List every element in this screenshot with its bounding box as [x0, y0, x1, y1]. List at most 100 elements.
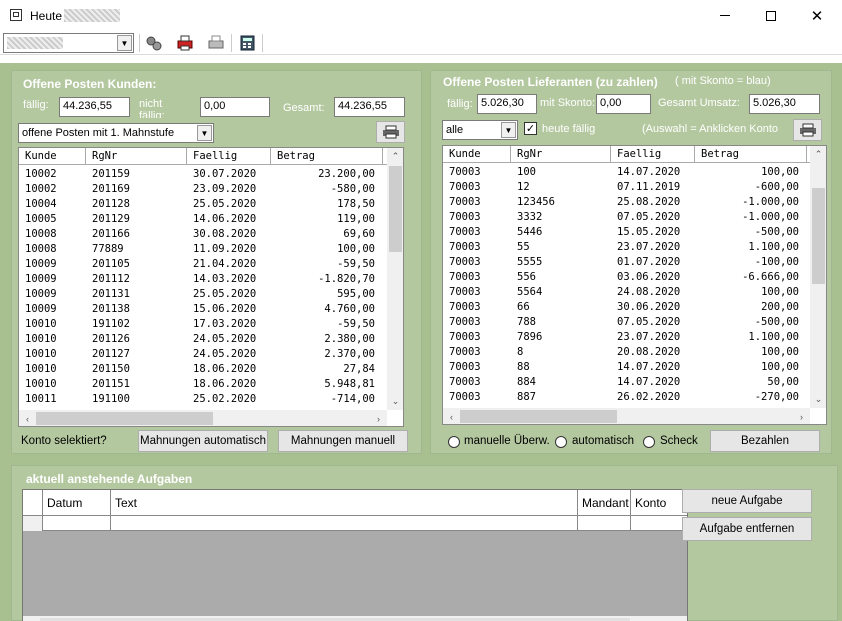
tools-button[interactable] — [144, 34, 164, 52]
table-row[interactable]: 10010 201126 24.05.2020 2.380,00 — [19, 332, 403, 347]
column-header-text[interactable]: Text — [111, 490, 578, 516]
suppliers-vscroll-thumb[interactable] — [812, 188, 825, 284]
table-cell: 70003 — [449, 181, 481, 193]
table-row[interactable]: 10009 201138 15.06.2020 4.760,00 — [19, 302, 403, 317]
suppliers-skonto-field[interactable]: 0,00 — [596, 94, 651, 114]
suppliers-umsatz-field[interactable]: 5.026,30 — [749, 94, 820, 114]
table-row[interactable]: 70003 788 07.05.2020 -500,00 — [443, 315, 826, 330]
mahnungen-automatisch-button[interactable]: Mahnungen automatisch — [138, 430, 268, 452]
table-row[interactable]: 10002 201169 23.09.2020 -580,00 — [19, 182, 403, 197]
table-row[interactable]: 10008 77889 11.09.2020 100,00 — [19, 242, 403, 257]
table-row[interactable]: 70003 5564 24.08.2020 100,00 — [443, 285, 826, 300]
suppliers-print-button[interactable] — [793, 119, 822, 141]
column-header-faellig[interactable]: Faellig — [611, 146, 695, 162]
table-row[interactable]: 10008 201166 30.08.2020 69,60 — [19, 227, 403, 242]
table-row[interactable]: 70003 123456 25.08.2020 -1.000,00 — [443, 195, 826, 210]
customers-faellig-field[interactable]: 44.236,55 — [59, 97, 130, 117]
chevron-down-icon[interactable]: ⌄ — [387, 393, 403, 410]
neue-aufgabe-button[interactable]: neue Aufgabe — [682, 489, 812, 513]
table-row[interactable]: 10004 201128 25.05.2020 178,50 — [19, 197, 403, 212]
customers-hscroll-thumb[interactable] — [36, 412, 213, 425]
suppliers-hscroll-thumb[interactable] — [460, 410, 617, 423]
table-row[interactable]: 70003 884 14.07.2020 50,00 — [443, 375, 826, 390]
customers-gesamt-field[interactable]: 44.236,55 — [334, 97, 405, 117]
suppliers-faellig-field[interactable]: 5.026,30 — [477, 94, 537, 114]
chevron-left-icon[interactable]: ‹ — [443, 408, 460, 424]
bezahlen-button[interactable]: Bezahlen — [710, 430, 820, 452]
suppliers-hscrollbar[interactable]: ‹ › — [443, 408, 810, 424]
column-header-betrag[interactable]: Betrag — [695, 146, 807, 162]
maximize-button[interactable] — [748, 0, 794, 31]
table-row[interactable]: 10010 201151 18.06.2020 5.948,81 — [19, 377, 403, 392]
table-row[interactable]: 70003 5555 01.07.2020 -100,00 — [443, 255, 826, 270]
customers-filter-select[interactable]: offene Posten mit 1. Mahnstufe ▼ — [18, 123, 214, 143]
chevron-up-icon[interactable]: ⌃ — [387, 148, 403, 165]
table-row[interactable]: 10009 201112 14.03.2020 -1.820,70 — [19, 272, 403, 287]
suppliers-vscrollbar[interactable]: ⌃ ⌄ — [810, 146, 826, 408]
column-header-konto[interactable]: Konto — [631, 490, 687, 516]
print-button[interactable] — [206, 34, 226, 52]
table-row[interactable]: 70003 556 03.06.2020 -6.666,00 — [443, 270, 826, 285]
chevron-right-icon[interactable]: › — [793, 408, 810, 424]
customers-hscrollbar[interactable]: ‹ › — [19, 410, 387, 426]
customers-vscrollbar[interactable]: ⌃ ⌄ — [387, 148, 403, 410]
mahnungen-manuell-button[interactable]: Mahnungen manuell — [278, 430, 408, 452]
table-row[interactable]: 70003 100 14.07.2020 100,00 — [443, 165, 826, 180]
calculator-button[interactable] — [238, 34, 258, 52]
table-row[interactable]: 10009 201105 21.04.2020 -59,50 — [19, 257, 403, 272]
customers-vscroll-thumb[interactable] — [389, 166, 402, 252]
chevron-left-icon[interactable]: ‹ — [19, 410, 36, 426]
table-row[interactable]: 10002 201159 30.07.2020 23.200,00 — [19, 167, 403, 182]
table-row[interactable]: 70003 3332 07.05.2020 -1.000,00 — [443, 210, 826, 225]
chevron-right-icon[interactable]: › — [670, 616, 687, 621]
tasks-grid[interactable]: Datum Text Mandant Konto ‹ › — [22, 489, 688, 621]
print-red-button[interactable] — [175, 34, 195, 52]
table-row[interactable]: 10009 201131 25.05.2020 595,00 — [19, 287, 403, 302]
table-row[interactable]: 10010 201127 24.05.2020 2.370,00 — [19, 347, 403, 362]
table-row[interactable]: 70003 5446 15.05.2020 -500,00 — [443, 225, 826, 240]
table-row[interactable]: 10010 191102 17.03.2020 -59,50 — [19, 317, 403, 332]
suppliers-grid[interactable]: Kunde RgNr Faellig Betrag 70003 100 14.07.… — [442, 145, 827, 425]
table-row[interactable]: 70003 88 14.07.2020 100,00 — [443, 360, 826, 375]
close-button[interactable]: ✕ — [794, 0, 840, 31]
heute-faellig-checkbox[interactable]: ✓ — [524, 122, 537, 135]
aufgabe-entfernen-button[interactable]: Aufgabe entfernen — [682, 517, 812, 541]
table-row[interactable]: 10011 191100 25.02.2020 -714,00 — [19, 392, 403, 407]
minimize-button[interactable] — [702, 0, 748, 31]
column-header-mandant[interactable]: Mandant — [578, 490, 631, 516]
chevron-down-icon[interactable]: ⌄ — [810, 391, 826, 408]
table-row[interactable]: 70003 8 20.08.2020 100,00 — [443, 345, 826, 360]
grid-cell[interactable] — [578, 516, 631, 531]
radio-scheck[interactable] — [643, 436, 655, 448]
row-selector[interactable] — [23, 516, 43, 531]
grid-cell[interactable] — [111, 516, 578, 531]
radio-manuelle-ueberw[interactable] — [448, 436, 460, 448]
table-row[interactable]: 70003 66 30.06.2020 200,00 — [443, 300, 826, 315]
table-row[interactable]: 70003 55 23.07.2020 1.100,00 — [443, 240, 826, 255]
mandant-select[interactable]: ▼ — [3, 33, 134, 53]
customers-nicht-field[interactable]: 0,00 — [200, 97, 270, 117]
column-header-kunde[interactable]: Kunde — [443, 146, 511, 162]
table-row[interactable]: 70003 7896 23.07.2020 1.100,00 — [443, 330, 826, 345]
chevron-right-icon[interactable]: › — [370, 410, 387, 426]
tasks-new-row[interactable] — [23, 516, 687, 531]
tasks-hscrollbar[interactable]: ‹ › — [23, 616, 687, 621]
customers-print-button[interactable] — [376, 121, 405, 143]
column-header-datum[interactable]: Datum — [43, 490, 111, 516]
column-header-kunde[interactable]: Kunde — [19, 148, 86, 164]
column-header-rgnr[interactable]: RgNr — [511, 146, 611, 162]
suppliers-filter-select[interactable]: alle ▼ — [442, 120, 518, 140]
column-header-faellig[interactable]: Faellig — [187, 148, 271, 164]
table-row[interactable]: 70003 887 26.02.2020 -270,00 — [443, 390, 826, 405]
table-cell: -500,00 — [754, 316, 799, 328]
table-row[interactable]: 70003 12 07.11.2019 -600,00 — [443, 180, 826, 195]
customers-grid[interactable]: Kunde RgNr Faellig Betrag 10002 201159 30.… — [18, 147, 404, 427]
chevron-left-icon[interactable]: ‹ — [23, 616, 40, 621]
column-header-rgnr[interactable]: RgNr — [86, 148, 187, 164]
table-row[interactable]: 10005 201129 14.06.2020 119,00 — [19, 212, 403, 227]
table-row[interactable]: 10010 201150 18.06.2020 27,84 — [19, 362, 403, 377]
radio-automatisch[interactable] — [555, 436, 567, 448]
grid-cell[interactable] — [43, 516, 111, 531]
column-header-betrag[interactable]: Betrag — [271, 148, 383, 164]
chevron-up-icon[interactable]: ⌃ — [810, 146, 826, 163]
